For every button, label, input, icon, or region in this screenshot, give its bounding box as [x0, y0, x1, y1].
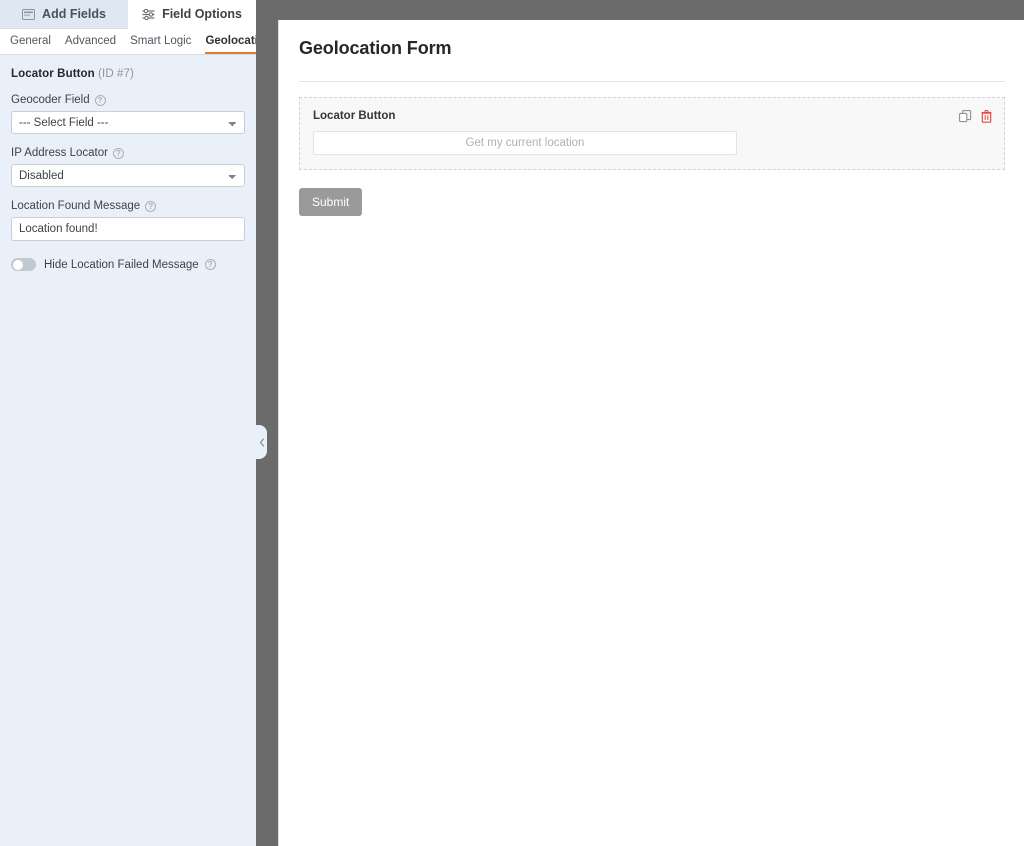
option-ip-address-locator: IP Address Locator ? Disabled	[11, 147, 245, 187]
form-preview-inner: Geolocation Form Locator Button Get my c…	[279, 20, 1024, 216]
tab-advanced[interactable]: Advanced	[65, 35, 116, 54]
ip-address-locator-label: IP Address Locator	[11, 147, 108, 159]
tab-smart-logic[interactable]: Smart Logic	[130, 35, 191, 54]
hide-location-failed-message-label: Hide Location Failed Message	[44, 258, 199, 271]
location-found-message-input[interactable]	[11, 217, 245, 241]
chevron-left-icon	[259, 437, 265, 447]
title-divider	[299, 81, 1005, 82]
field-heading: Locator Button (ID #7)	[11, 68, 245, 80]
preview-field-label: Locator Button	[313, 110, 396, 122]
option-tab-bar: General Advanced Smart Logic Geolocation	[0, 29, 272, 55]
fields-icon	[22, 8, 36, 20]
panel-tab-add-fields[interactable]: Add Fields	[0, 0, 128, 29]
ip-address-locator-label-row: IP Address Locator ?	[11, 147, 245, 159]
geocoder-field-label: Geocoder Field	[11, 94, 90, 106]
delete-field-button[interactable]	[979, 109, 993, 123]
sliders-icon	[142, 8, 155, 20]
panel-divider	[256, 0, 278, 846]
duplicate-field-button[interactable]	[958, 109, 972, 123]
geocoder-field-select[interactable]: --- Select Field ---	[11, 111, 245, 134]
form-preview-panel: Geolocation Form Locator Button Get my c…	[278, 20, 1024, 846]
form-builder-app: Add Fields Field Options General Advance…	[0, 0, 1024, 846]
hide-location-failed-message-toggle[interactable]	[11, 258, 36, 271]
help-icon[interactable]: ?	[94, 94, 106, 106]
preview-field-locator-button[interactable]: Locator Button Get my current location	[299, 97, 1005, 170]
field-action-buttons	[958, 109, 993, 123]
help-icon[interactable]: ?	[204, 259, 216, 270]
panel-tab-field-options[interactable]: Field Options	[128, 0, 256, 29]
toggle-knob	[12, 259, 23, 270]
sidebar-panel: Add Fields Field Options General Advance…	[0, 0, 272, 846]
field-heading-id: (ID #7)	[98, 68, 134, 80]
sidebar-collapse-handle[interactable]	[256, 425, 267, 459]
geocoder-field-label-row: Geocoder Field ?	[11, 94, 245, 106]
field-heading-name: Locator Button	[11, 68, 95, 80]
hide-location-failed-message-label-row: Hide Location Failed Message ?	[44, 259, 216, 271]
tab-general[interactable]: General	[10, 35, 51, 54]
location-found-message-label-row: Location Found Message ?	[11, 200, 245, 212]
option-location-found-message: Location Found Message ?	[11, 200, 245, 241]
option-geocoder-field: Geocoder Field ? --- Select Field ---	[11, 94, 245, 134]
copy-icon	[958, 109, 972, 123]
help-icon[interactable]: ?	[145, 200, 157, 212]
help-icon[interactable]: ?	[112, 147, 124, 159]
option-hide-location-failed-message: Hide Location Failed Message ?	[11, 258, 245, 271]
trash-icon	[981, 109, 992, 123]
panel-tab-add-fields-label: Add Fields	[42, 7, 106, 21]
panel-tab-bar: Add Fields Field Options	[0, 0, 256, 29]
locator-button-input[interactable]: Get my current location	[313, 131, 737, 155]
panel-tab-field-options-label: Field Options	[162, 7, 242, 21]
ip-address-locator-select[interactable]: Disabled	[11, 164, 245, 187]
page-title: Geolocation Form	[299, 38, 452, 58]
field-options-body: Locator Button (ID #7) Geocoder Field ? …	[0, 55, 256, 846]
location-found-message-label: Location Found Message	[11, 200, 141, 212]
submit-button[interactable]: Submit	[299, 188, 363, 216]
